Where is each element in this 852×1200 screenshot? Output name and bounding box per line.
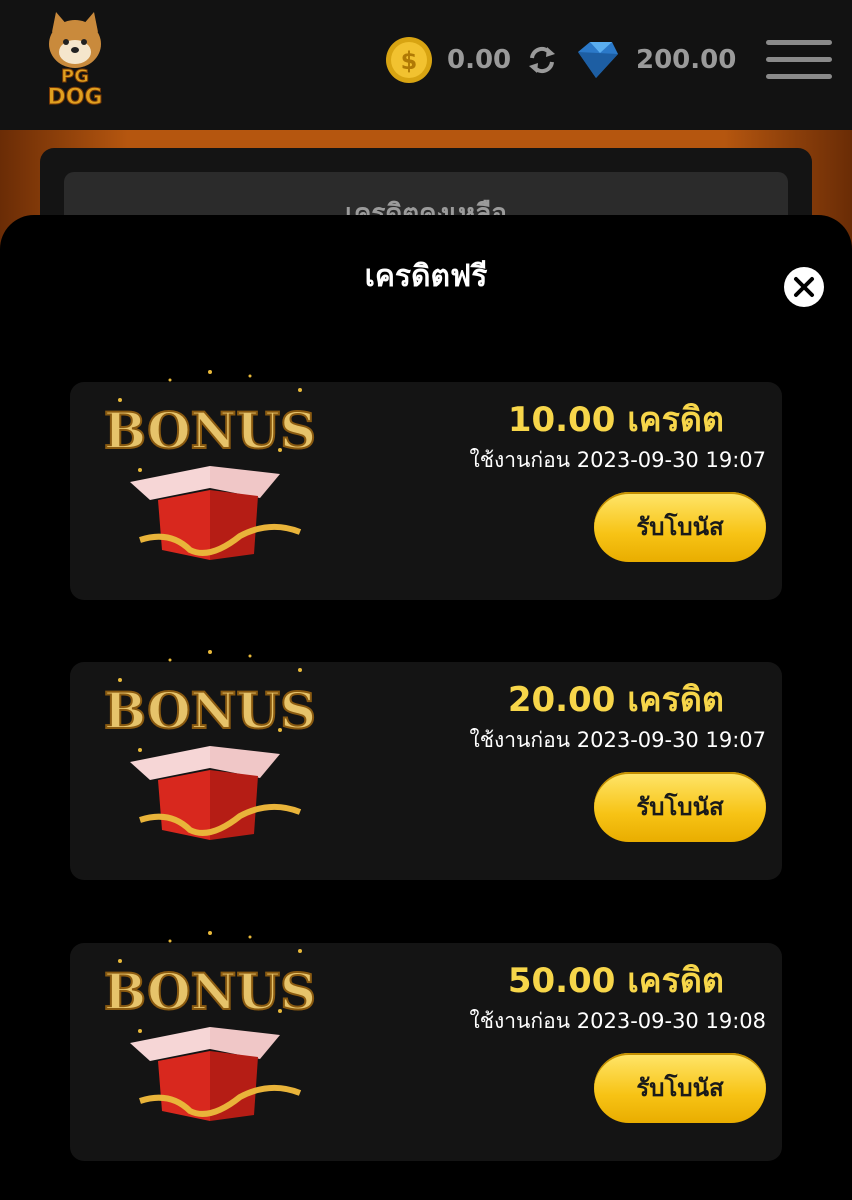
bonus-card: BONUS 20.00 เครดิต ใช้งานก่อน 2023-09-30… (70, 650, 782, 880)
svg-text:BONUS: BONUS (104, 681, 316, 740)
bonus-gift-icon: BONUS (103, 931, 317, 1121)
svg-text:PG: PG (61, 66, 89, 87)
bonus-gift-icon: BONUS (103, 370, 317, 560)
bonus-expiry: ใช้งานก่อน 2023-09-30 19:07 (469, 728, 766, 752)
bonus-card: BONUS 10.00 เครดิต ใช้งานก่อน 2023-09-30… (70, 370, 782, 600)
svg-text:DOG: DOG (47, 85, 102, 110)
modal-title: เครดิตฟรี (364, 259, 488, 294)
bonus-amount: 50.00 เครดิต (507, 961, 724, 1001)
claim-bonus-button[interactable]: รับโบนัส (594, 772, 766, 842)
gem-icon (578, 42, 618, 78)
svg-text:$: $ (401, 47, 418, 75)
claim-bonus-button[interactable]: รับโบนัส (594, 492, 766, 562)
bonus-expiry: ใช้งานก่อน 2023-09-30 19:07 (469, 448, 766, 472)
bonus-expiry: ใช้งานก่อน 2023-09-30 19:08 (469, 1009, 766, 1033)
bonus-amount: 20.00 เครดิต (507, 680, 724, 720)
coin-balance-value: 0.00 (447, 45, 512, 75)
close-icon (794, 277, 814, 297)
coin-icon: $ (386, 37, 432, 83)
bonus-card: BONUS 50.00 เครดิต ใช้งานก่อน 2023-09-30… (70, 931, 782, 1161)
svg-text:BONUS: BONUS (104, 962, 316, 1021)
gem-balance-value: 200.00 (636, 45, 737, 75)
refresh-icon[interactable] (525, 43, 559, 77)
dog-logo-icon[interactable]: PG DOG (30, 10, 120, 110)
close-button[interactable] (784, 267, 824, 307)
top-header: PG DOG $ 0.00 200.00 (0, 0, 852, 130)
claim-bonus-button[interactable]: รับโบนัส (594, 1053, 766, 1123)
gem-balance: 200.00 (572, 30, 736, 90)
svg-text:BONUS: BONUS (104, 401, 316, 460)
bonus-gift-icon: BONUS (103, 650, 317, 840)
bonus-amount: 10.00 เครดิต (507, 400, 724, 440)
coin-balance: $ 0.00 (385, 30, 559, 90)
hamburger-menu-icon[interactable] (766, 40, 832, 88)
